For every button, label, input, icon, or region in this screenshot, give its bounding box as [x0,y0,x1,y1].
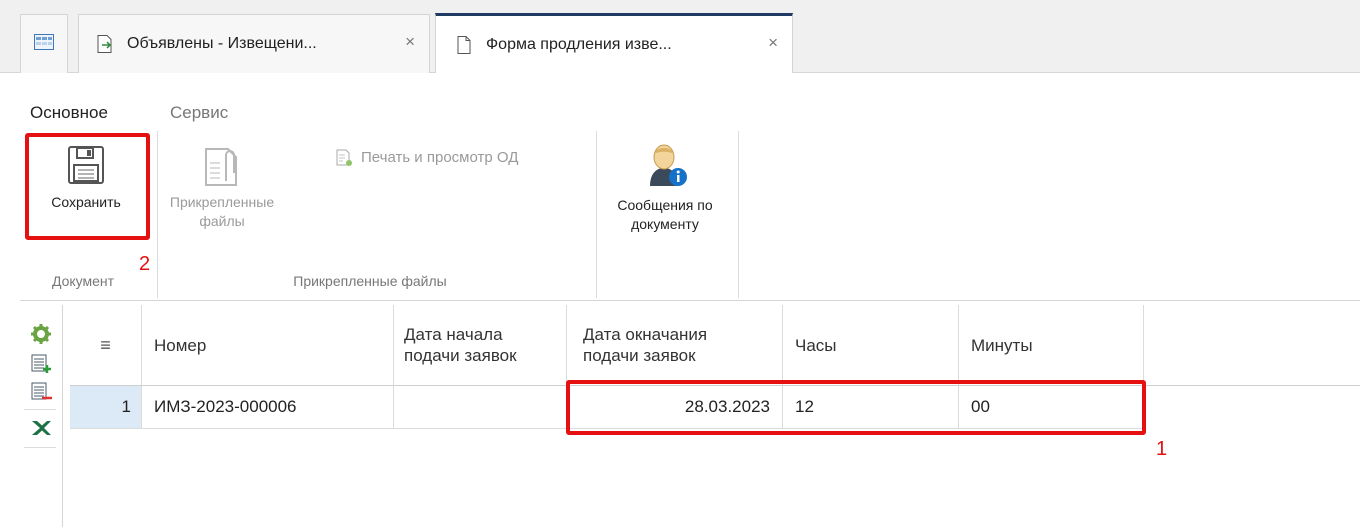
toolbar-separator [24,447,56,448]
annotation-marker-2: 2 [139,253,151,275]
cell-value: ИМЗ-2023-000006 [154,397,297,416]
attached-files-button[interactable]: Прикрепленные файлы [166,145,278,231]
document-icon [454,35,474,55]
row-index-cell[interactable]: 1 [70,386,142,429]
column-header-number[interactable]: Номер [142,305,394,385]
close-icon[interactable]: × [405,32,415,52]
close-icon[interactable]: × [768,33,778,53]
column-header-end-date[interactable]: Дата окначания подачи заявок [567,305,783,385]
column-label-line2: подачи заявок [404,346,517,365]
attached-files-label-line2: файлы [199,213,245,229]
paperclip-document-icon [202,145,242,187]
tab-extension-form[interactable]: Форма продления изве... × [435,13,793,73]
menu-main[interactable]: Основное [30,103,108,123]
group-separator [596,131,597,298]
menu-service[interactable]: Сервис [170,103,228,123]
annotation-box-save [25,133,150,240]
column-header-hours[interactable]: Часы [783,305,959,385]
column-label: Дата начала подачи заявок [404,324,517,366]
print-preview-button[interactable]: Печать и просмотр ОД [335,148,518,167]
attached-files-label-line1: Прикрепленные [169,194,275,210]
document-messages-button[interactable]: Сообщения по документу [598,140,732,234]
tab-label: Объявлены - Извещени... [127,35,317,52]
toolbar-separator [24,409,56,410]
excel-export-icon[interactable] [30,417,52,439]
annotation-marker-1: 1 [1156,438,1168,460]
column-label: Номер [154,335,207,355]
cell-start-date[interactable] [394,386,567,429]
column-label: Дата окначания подачи заявок [583,324,707,366]
messages-label-line1: Сообщения по [617,197,713,213]
tab-label: Форма продления изве... [486,35,672,53]
column-label-line2: подачи заявок [583,346,696,365]
group-label-document: Документ [51,273,115,289]
settings-gear-icon[interactable] [30,323,52,345]
print-preview-icon [335,149,353,167]
edit-document-icon [95,34,115,54]
column-header-start-date[interactable]: Дата начала подачи заявок [394,305,567,385]
column-label: Минуты [971,335,1033,355]
group-separator [738,131,739,298]
cell-number[interactable]: ИМЗ-2023-000006 [142,386,394,429]
print-preview-label: Печать и просмотр ОД [361,149,519,166]
user-info-icon [642,140,688,188]
column-menu-header[interactable]: ≡ [70,305,142,385]
annotation-box-row [566,380,1146,435]
column-label: Часы [795,335,837,355]
tab-home[interactable] [20,14,68,73]
column-header-minutes[interactable]: Минуты [959,305,1144,385]
group-separator [157,131,158,298]
grid-side-toolbar [20,305,63,527]
messages-label-line2: документу [631,216,699,232]
add-row-icon[interactable] [30,353,52,375]
group-label-attached-files: Прикрепленные файлы [293,273,447,289]
tab-announced-notices[interactable]: Объявлены - Извещени... × [78,14,430,73]
column-label-line1: Дата окначания [583,325,708,344]
row-index: 1 [121,397,131,416]
delete-row-icon[interactable] [30,381,52,403]
column-label-line1: Дата начала [404,325,503,344]
grid-icon [34,33,54,55]
column-menu-icon: ≡ [100,334,111,355]
